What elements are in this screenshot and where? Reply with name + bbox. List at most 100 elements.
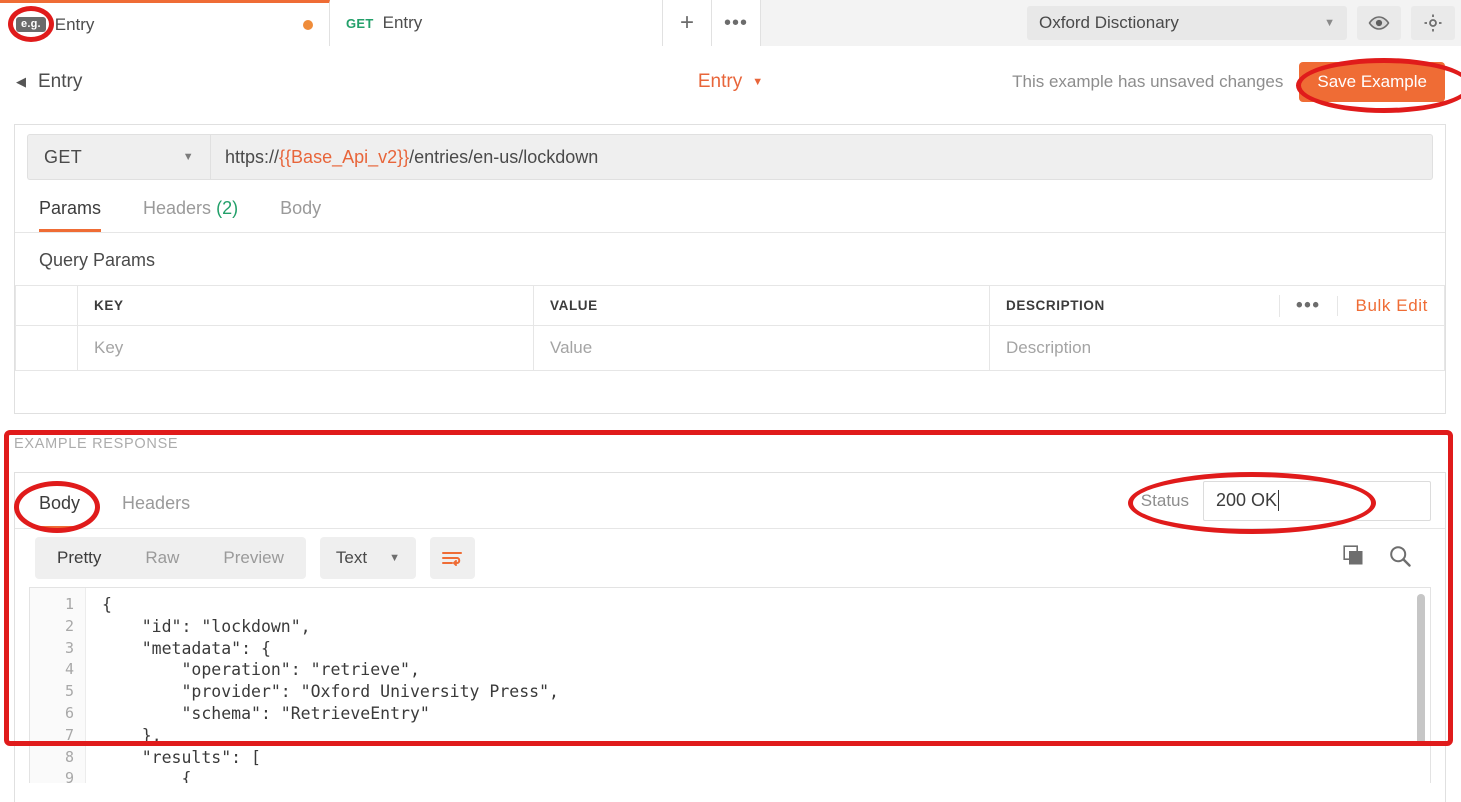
response-tabs: Body Headers — [15, 473, 232, 529]
example-response-label: EXAMPLE RESPONSE — [14, 436, 178, 452]
tab-params[interactable]: Params — [39, 198, 101, 232]
line-number: 4 — [30, 659, 86, 681]
code-line: 3 "metadata": { — [30, 638, 1430, 660]
query-params-title: Query Params — [15, 233, 1445, 285]
header-actions: This example has unsaved changes Save Ex… — [1012, 62, 1445, 102]
chevron-down-icon: ▼ — [183, 151, 194, 163]
code-line: 7 }, — [30, 725, 1430, 747]
word-wrap-icon[interactable] — [430, 537, 475, 579]
headers-count: (2) — [216, 198, 238, 218]
example-name: Entry — [698, 71, 742, 93]
row-checkbox[interactable] — [16, 326, 78, 371]
eye-icon[interactable] — [1357, 6, 1401, 40]
code-line: 1{ — [30, 594, 1430, 616]
chevron-down-icon: ▼ — [752, 76, 763, 88]
tab-headers[interactable]: Headers (2) — [143, 198, 238, 232]
line-number: 6 — [30, 703, 86, 725]
settings-icon[interactable] — [1411, 6, 1455, 40]
tab-body-label: Body — [280, 198, 321, 218]
editor-vertical-scrollbar[interactable] — [1417, 594, 1425, 746]
line-text: "operation": "retrieve", — [86, 659, 420, 681]
request-subtabs: Params Headers (2) Body — [15, 189, 1445, 233]
value-input[interactable]: Value — [534, 326, 990, 371]
example-response-panel: Body Headers Status 200 OK Pretty Raw Pr… — [14, 472, 1446, 802]
format-selector[interactable]: Text ▼ — [320, 537, 416, 579]
response-view-toolbar: Pretty Raw Preview Text ▼ — [15, 529, 1445, 587]
response-tools — [1343, 545, 1425, 572]
format-value: Text — [336, 548, 367, 568]
example-badge: e.g. — [16, 17, 46, 32]
col-description-label: DESCRIPTION — [1006, 298, 1105, 313]
line-text: { — [86, 594, 112, 616]
line-text: "schema": "RetrieveEntry" — [86, 703, 430, 725]
line-number: 3 — [30, 638, 86, 660]
line-number: 8 — [30, 747, 86, 769]
line-text: "provider": "Oxford University Press", — [86, 681, 559, 703]
back-label: Entry — [38, 71, 82, 93]
status-label: Status — [1141, 491, 1189, 511]
http-method-selector[interactable]: GET ▼ — [27, 134, 210, 180]
code-content: 1{ 2 "id": "lockdown", 3 "metadata": { 4… — [30, 588, 1430, 783]
line-number: 5 — [30, 681, 86, 703]
status-value: 200 OK — [1216, 490, 1277, 511]
method-value: GET — [44, 147, 82, 168]
line-number: 9 — [30, 768, 86, 783]
line-number: 2 — [30, 616, 86, 638]
description-input[interactable]: Description — [990, 326, 1445, 371]
code-line: 9 { — [30, 768, 1430, 783]
view-mode-raw[interactable]: Raw — [123, 537, 201, 579]
col-key: KEY — [78, 286, 534, 326]
url-row: GET ▼ https://{{Base_Api_v2}}/entries/en… — [15, 125, 1445, 189]
view-mode-preview[interactable]: Preview — [201, 537, 305, 579]
http-method-label: GET — [346, 16, 374, 31]
request-panel: GET ▼ https://{{Base_Api_v2}}/entries/en… — [14, 124, 1446, 414]
environment-selector[interactable]: Oxford Disctionary ▼ — [1027, 6, 1347, 40]
example-name-dropdown[interactable]: Entry ▼ — [698, 71, 763, 93]
code-line: 8 "results": [ — [30, 747, 1430, 769]
code-line: 6 "schema": "RetrieveEntry" — [30, 703, 1430, 725]
line-text: "results": [ — [86, 747, 261, 769]
status-input[interactable]: 200 OK — [1203, 481, 1431, 521]
line-text: "metadata": { — [86, 638, 271, 660]
line-text: }, — [86, 725, 162, 747]
copy-icon[interactable] — [1343, 545, 1365, 572]
bulk-edit-link[interactable]: Bulk Edit — [1337, 296, 1429, 316]
line-number: 7 — [30, 725, 86, 747]
col-checkbox — [16, 286, 78, 326]
col-description: DESCRIPTION ••• Bulk Edit — [990, 286, 1445, 326]
table-header-row: KEY VALUE DESCRIPTION ••• Bulk Edit — [16, 286, 1445, 326]
line-text: { — [86, 768, 191, 783]
tab-body[interactable]: Body — [280, 198, 321, 232]
response-body-editor[interactable]: 1{ 2 "id": "lockdown", 3 "metadata": { 4… — [29, 587, 1431, 783]
url-variable: {{Base_Api_v2}} — [279, 147, 409, 168]
key-input[interactable]: Key — [78, 326, 534, 371]
line-text: "id": "lockdown", — [86, 616, 311, 638]
chevron-down-icon: ▼ — [389, 552, 400, 564]
unsaved-changes-text: This example has unsaved changes — [1012, 72, 1283, 92]
view-mode-group: Pretty Raw Preview — [35, 537, 306, 579]
query-params-table: KEY VALUE DESCRIPTION ••• Bulk Edit — [15, 285, 1445, 371]
save-example-button[interactable]: Save Example — [1299, 62, 1445, 102]
tab-request-entry[interactable]: GET Entry — [330, 0, 663, 46]
tab-options-button[interactable]: ••• — [712, 0, 761, 46]
search-icon[interactable] — [1389, 545, 1411, 572]
chevron-left-icon: ◀ — [16, 74, 26, 90]
tab-response-body[interactable]: Body — [39, 493, 80, 529]
view-mode-pretty[interactable]: Pretty — [35, 537, 123, 579]
environment-name: Oxford Disctionary — [1039, 13, 1179, 33]
tab-label: Entry — [383, 13, 423, 33]
code-line: 2 "id": "lockdown", — [30, 616, 1430, 638]
line-number: 1 — [30, 594, 86, 616]
code-line: 5 "provider": "Oxford University Press", — [30, 681, 1430, 703]
status-field-group: Status 200 OK — [1141, 481, 1445, 521]
params-more-button[interactable]: ••• — [1279, 295, 1336, 317]
tab-headers-label: Headers — [143, 198, 211, 218]
url-input[interactable]: https://{{Base_Api_v2}}/entries/en-us/lo… — [210, 134, 1433, 180]
table-row: Key Value Description — [16, 326, 1445, 371]
tab-example-entry[interactable]: e.g. Entry — [0, 0, 330, 46]
new-tab-button[interactable]: + — [663, 0, 712, 46]
back-to-request-link[interactable]: ◀ Entry — [16, 71, 82, 93]
tab-params-label: Params — [39, 198, 101, 218]
tab-response-headers[interactable]: Headers — [122, 493, 190, 529]
text-cursor — [1278, 490, 1279, 511]
